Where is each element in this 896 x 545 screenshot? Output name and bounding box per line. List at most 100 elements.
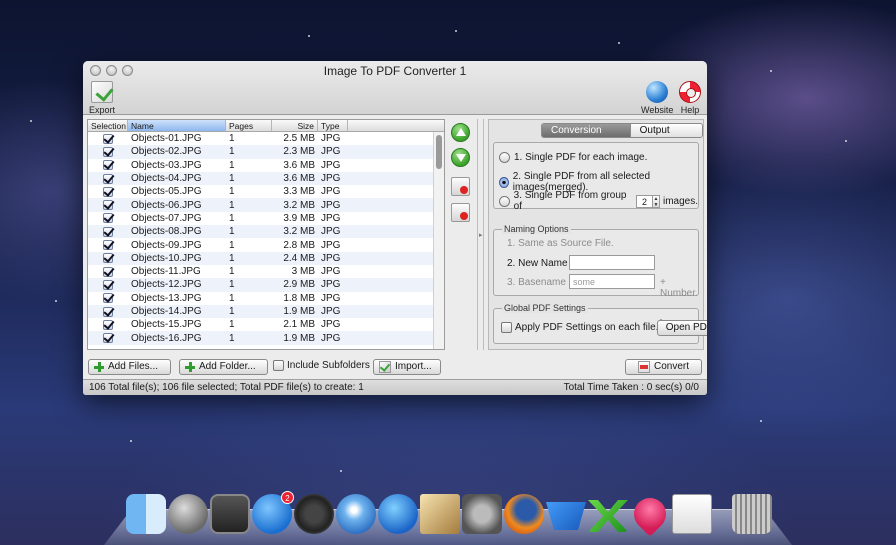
row-checkbox[interactable]	[103, 200, 113, 211]
panel-splitter[interactable]: ▸	[477, 119, 484, 350]
row-selection-cell[interactable]	[88, 319, 128, 330]
group-size-value[interactable]: 2	[635, 194, 653, 208]
row-checkbox[interactable]	[103, 319, 113, 330]
table-row[interactable]: Objects-10.JPG 1 2.4 MB JPG	[88, 251, 444, 265]
radio-merged[interactable]	[499, 176, 509, 188]
option-group[interactable]: 3. Single PDF from group of 2 ▲ ▼ images.	[499, 190, 698, 212]
table-scrollbar[interactable]	[433, 132, 444, 349]
stepper-arrows-icon[interactable]: ▲ ▼	[652, 194, 660, 208]
move-up-button[interactable]	[451, 123, 470, 142]
radio-group[interactable]	[499, 195, 510, 207]
table-row[interactable]: Objects-16.JPG 1 1.9 MB JPG	[88, 331, 444, 345]
move-down-button[interactable]	[451, 148, 470, 167]
pdf-app-icon[interactable]	[672, 494, 712, 534]
row-checkbox[interactable]	[103, 173, 113, 184]
table-row[interactable]: Objects-11.JPG 1 3 MB JPG	[88, 264, 444, 279]
row-checkbox[interactable]	[103, 160, 113, 171]
row-checkbox[interactable]	[103, 186, 113, 197]
add-folder-button[interactable]: Add Folder...	[179, 359, 268, 375]
iphoto-icon[interactable]	[420, 494, 460, 534]
launchpad-icon[interactable]	[168, 494, 208, 534]
trash-icon[interactable]	[732, 494, 772, 534]
file-table[interactable]: Selection Name Pages Size Type Objects-0…	[87, 119, 445, 350]
scrollbar-thumb[interactable]	[436, 135, 442, 169]
row-selection-cell[interactable]	[88, 200, 128, 211]
row-checkbox[interactable]	[103, 293, 113, 304]
open-pdf-settings-button[interactable]: Open PDF Settings...	[657, 320, 707, 336]
option-single-each[interactable]: 1. Single PDF for each image.	[499, 152, 647, 163]
new-name-option[interactable]: 2. New Name	[507, 258, 568, 269]
row-selection-cell[interactable]	[88, 253, 128, 264]
table-row[interactable]: Objects-14.JPG 1 1.9 MB JPG	[88, 304, 444, 319]
row-checkbox[interactable]	[103, 279, 113, 290]
include-subfolders-option[interactable]: Include Subfolders	[273, 360, 370, 371]
row-selection-cell[interactable]	[88, 173, 128, 184]
column-header-pages[interactable]: Pages	[226, 120, 272, 131]
column-header-type[interactable]: Type	[318, 120, 348, 131]
column-header-selection[interactable]: Selection	[88, 120, 128, 131]
row-selection-cell[interactable]	[88, 279, 128, 290]
row-checkbox[interactable]	[103, 253, 113, 264]
app-store-icon[interactable]: 2	[252, 491, 294, 534]
add-files-button[interactable]: Add Files...	[88, 359, 171, 375]
row-selection-cell[interactable]	[88, 133, 128, 144]
table-row[interactable]: Objects-03.JPG 1 3.6 MB JPG	[88, 158, 444, 172]
row-checkbox[interactable]	[103, 266, 113, 277]
row-checkbox[interactable]	[103, 133, 113, 144]
itunes-icon[interactable]	[378, 494, 418, 534]
dashboard-icon[interactable]	[294, 494, 334, 534]
export-button[interactable]: Export	[89, 81, 115, 115]
row-checkbox[interactable]	[103, 226, 113, 237]
row-selection-cell[interactable]	[88, 213, 128, 224]
apply-pdf-settings-checkbox[interactable]	[501, 322, 512, 333]
include-subfolders-checkbox[interactable]	[273, 360, 284, 371]
row-checkbox[interactable]	[103, 240, 113, 251]
group-size-stepper[interactable]: 2 ▲ ▼	[635, 194, 660, 208]
apply-pdf-settings-option[interactable]: Apply PDF Settings on each file.	[501, 322, 658, 333]
safari-icon[interactable]	[336, 494, 376, 534]
row-selection-cell[interactable]	[88, 240, 128, 251]
system-preferences-icon[interactable]	[462, 494, 502, 534]
table-row[interactable]: Objects-13.JPG 1 1.8 MB JPG	[88, 291, 444, 305]
column-header-name[interactable]: Name	[128, 120, 226, 131]
table-row[interactable]: Objects-02.JPG 1 2.3 MB JPG	[88, 145, 444, 159]
row-selection-cell[interactable]	[88, 146, 128, 157]
row-selection-cell[interactable]	[88, 160, 128, 171]
new-name-field[interactable]	[569, 255, 655, 270]
row-checkbox[interactable]	[103, 306, 113, 317]
table-row[interactable]: Objects-12.JPG 1 2.9 MB JPG	[88, 278, 444, 292]
tab-output-options[interactable]: Output Options	[629, 124, 702, 137]
website-button[interactable]: Website	[641, 81, 673, 115]
row-checkbox[interactable]	[103, 146, 113, 157]
table-row[interactable]: Objects-04.JPG 1 3.6 MB JPG	[88, 171, 444, 186]
row-selection-cell[interactable]	[88, 226, 128, 237]
help-button[interactable]: Help	[679, 81, 701, 115]
row-checkbox[interactable]	[103, 213, 113, 224]
firefox-icon[interactable]	[504, 494, 544, 534]
mission-control-icon[interactable]	[210, 494, 250, 534]
table-row[interactable]: Objects-07.JPG 1 3.9 MB JPG	[88, 211, 444, 226]
remove-all-button[interactable]	[451, 203, 470, 222]
table-row[interactable]: Objects-05.JPG 1 3.3 MB JPG	[88, 185, 444, 199]
remove-selected-button[interactable]	[451, 177, 470, 196]
table-row[interactable]: Objects-08.JPG 1 3.2 MB JPG	[88, 225, 444, 239]
row-selection-cell[interactable]	[88, 293, 128, 304]
import-button[interactable]: Import...	[373, 359, 441, 375]
column-header-size[interactable]: Size	[272, 120, 318, 131]
row-checkbox[interactable]	[103, 333, 113, 344]
finder-icon[interactable]	[126, 494, 166, 534]
same-as-source-option[interactable]: 1. Same as Source File.	[507, 238, 614, 249]
table-row[interactable]: Objects-01.JPG 1 2.5 MB JPG	[88, 132, 444, 146]
basename-field[interactable]: some	[569, 274, 655, 289]
tab-conversion-options[interactable]: Conversion Options	[542, 124, 630, 137]
row-selection-cell[interactable]	[88, 186, 128, 197]
table-row[interactable]: Objects-15.JPG 1 2.1 MB JPG	[88, 318, 444, 332]
table-row[interactable]: Objects-06.JPG 1 3.2 MB JPG	[88, 198, 444, 212]
convert-button[interactable]: Convert	[625, 359, 702, 375]
basename-option[interactable]: 3. Basename	[507, 277, 566, 288]
row-selection-cell[interactable]	[88, 266, 128, 277]
row-selection-cell[interactable]	[88, 306, 128, 317]
radio-single-each[interactable]	[499, 152, 510, 163]
table-row[interactable]: Objects-09.JPG 1 2.8 MB JPG	[88, 238, 444, 252]
row-selection-cell[interactable]	[88, 333, 128, 344]
